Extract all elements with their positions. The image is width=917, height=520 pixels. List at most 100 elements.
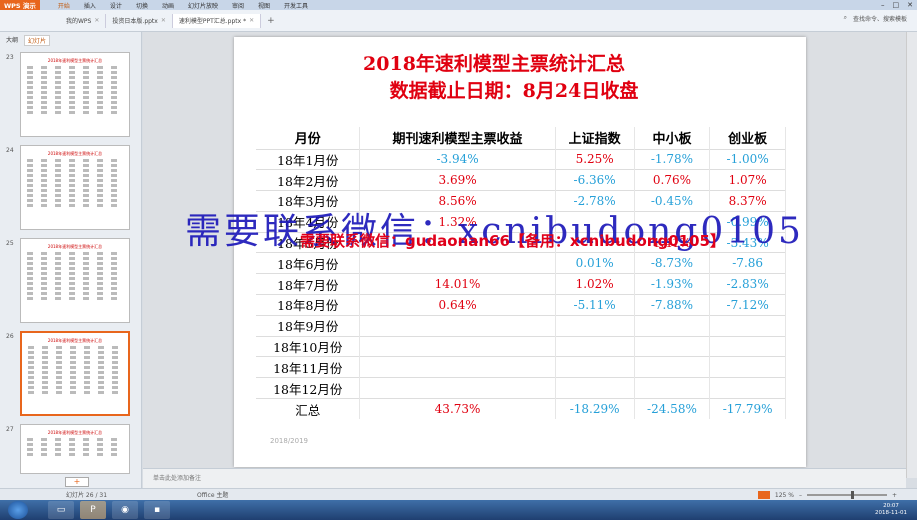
table-cell (555, 335, 635, 357)
thumbnail-title: 2018年速利模型主票统计汇总 (47, 58, 103, 63)
notes-pane[interactable]: 单击此处添加备注 (143, 468, 906, 488)
table-cell: -3.94% (359, 148, 556, 170)
table-cell (709, 356, 786, 378)
start-button[interactable] (8, 501, 28, 519)
document-tab[interactable]: 投资日本版.pptx ✕ (106, 13, 173, 28)
table-cell: -2.83% (709, 273, 786, 295)
table-cell: 5.25% (555, 148, 635, 170)
menu-item[interactable]: 插入 (84, 1, 96, 10)
thumbnail-title: 2018年速利模型主票统计汇总 (47, 244, 103, 249)
menu-item[interactable]: 视图 (258, 1, 270, 10)
thumbnail-number: 26 (6, 333, 14, 340)
table-cell: 18年9月份 (256, 314, 361, 337)
slide-thumbnail[interactable]: 2018年速利模型主票统计汇总 (20, 331, 130, 416)
returns-table: 月份 期刊速利模型主票收益 上证指数 中小板 创业板 18年1月份 -3.94% 5.25%… (256, 127, 786, 420)
table-cell: 1.02% (555, 273, 635, 295)
slide-thumbnail[interactable]: 2018年速利模型主票统计汇总 (20, 238, 130, 323)
menu-item[interactable]: 设计 (110, 1, 122, 10)
column-header: 中小板 (634, 127, 711, 149)
slide-thumbnail[interactable]: 2018年速利模型主票统计汇总 (20, 52, 130, 137)
table-row: 18年11月份 (256, 356, 786, 378)
pane-tab[interactable]: 幻灯片 (24, 35, 51, 46)
thumbnail-title: 2018年速利模型主票统计汇总 (47, 338, 103, 343)
maximize-icon[interactable]: □ (893, 1, 900, 9)
table-cell: -24.58% (634, 398, 711, 420)
table-cell: 0.64% (359, 294, 556, 316)
zoom-level: 125 % (774, 491, 794, 499)
taskbar-app-icon[interactable]: ▪ (144, 501, 170, 519)
menu-item[interactable]: 开发工具 (284, 1, 308, 10)
new-tab-button[interactable]: + (267, 16, 275, 26)
table-row: 18年8月份 0.64% -5.11% -7.88% -7.12% (256, 294, 786, 316)
vertical-scrollbar[interactable] (906, 32, 917, 478)
table-row: 18年12月份 (256, 377, 786, 399)
table-row: 18年9月份 (256, 314, 786, 337)
zoom-out-icon[interactable]: – (799, 492, 802, 499)
window-controls: – □ ✕ (881, 1, 913, 9)
table-cell: -6.36% (555, 169, 635, 191)
add-slide-button[interactable]: + (65, 477, 89, 487)
table-cell: 1.07% (709, 169, 786, 191)
pane-tabs: 大纲 幻灯片 (0, 32, 141, 49)
zoom-slider[interactable] (806, 491, 887, 499)
menu-item[interactable]: 审阅 (232, 1, 244, 10)
close-tab-icon[interactable]: ✕ (161, 17, 166, 24)
table-cell: 18年8月份 (256, 294, 361, 316)
app-menu-button[interactable]: WPS 演示 (0, 0, 40, 10)
table-cell: 18年2月份 (256, 169, 361, 191)
table-cell: -7.86 (709, 252, 786, 274)
table-cell: -8.73% (634, 252, 711, 274)
table-cell (555, 377, 635, 399)
document-tab[interactable]: 速利模型PPT汇总.pptx * ✕ (172, 13, 262, 28)
table-cell (359, 252, 556, 274)
slide-subtitle: 数据截止日期：8月24日收盘 (389, 80, 639, 102)
table-cell: 18年12月份 (256, 377, 361, 399)
table-cell: 3.69% (359, 169, 556, 191)
slide-thumbnail[interactable]: 2018年速利模型主票统计汇总 (20, 424, 130, 474)
pane-tab[interactable]: 大纲 (6, 35, 18, 46)
table-cell: 18年10月份 (256, 335, 361, 357)
table-row: 18年6月份 0.01% -8.73% -7.86 (256, 252, 786, 274)
table-cell: 18年1月份 (256, 148, 361, 170)
menu-item[interactable]: 幻灯片放映 (188, 1, 218, 10)
slide-thumbnail[interactable]: 2018年速利模型主票统计汇总 (20, 145, 130, 230)
table-cell (634, 314, 711, 337)
table-cell (709, 335, 786, 357)
table-cell: 汇总 (256, 398, 361, 420)
menu-item[interactable]: 开始 (58, 1, 70, 10)
column-header: 期刊速利模型主票收益 (359, 127, 556, 149)
column-header: 上证指数 (555, 127, 635, 149)
taskbar-media-icon[interactable]: ◉ (112, 501, 138, 519)
table-row: 18年10月份 (256, 335, 786, 357)
close-icon[interactable]: ✕ (907, 1, 913, 9)
table-cell: -7.88% (634, 294, 711, 316)
table-row: 汇总 43.73% -18.29% -24.58% -17.79% (256, 398, 786, 420)
search-commands[interactable]: ⌕ 查找命令、搜索模板 (844, 14, 907, 23)
table-cell: -1.00% (709, 148, 786, 170)
table-cell: -17.79% (709, 398, 786, 420)
taskbar-explorer-icon[interactable]: ▭ (48, 501, 74, 519)
menu-item[interactable]: 动画 (162, 1, 174, 10)
table-cell: 0.76% (634, 169, 711, 191)
table-cell (634, 356, 711, 378)
close-tab-icon[interactable]: ✕ (94, 17, 99, 24)
zoom-in-icon[interactable]: + (892, 492, 897, 499)
slideshow-play-button[interactable] (757, 491, 770, 499)
thumbnail-number: 27 (6, 426, 14, 433)
table-cell: -1.78% (634, 148, 711, 170)
table-cell (359, 377, 556, 399)
table-cell: 18年11月份 (256, 356, 361, 378)
table-cell: -18.29% (555, 398, 635, 420)
thumbnail-number: 23 (6, 54, 14, 61)
thumbnail-title: 2018年速利模型主票统计汇总 (47, 430, 103, 435)
menu-item[interactable]: 切换 (136, 1, 148, 10)
slide-footer: 2018/2019 (270, 437, 308, 445)
table-cell (709, 377, 786, 399)
close-tab-icon[interactable]: ✕ (249, 17, 254, 24)
document-tab[interactable]: 我的WPS ✕ (60, 13, 107, 28)
slide-counter: 幻灯片 26 / 31 (66, 492, 108, 499)
minimize-icon[interactable]: – (881, 1, 885, 9)
taskbar-wps-icon[interactable]: P (80, 501, 106, 519)
table-cell (634, 335, 711, 357)
table-cell: 0.01% (555, 252, 635, 274)
